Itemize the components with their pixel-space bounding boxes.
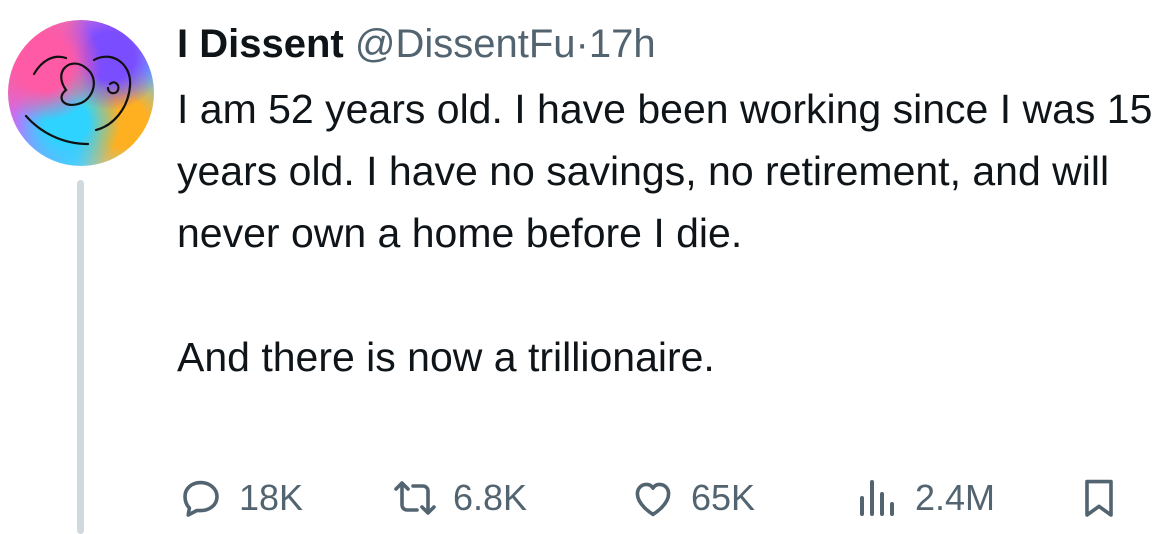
author-name[interactable]: I Dissent	[177, 22, 344, 66]
bar-chart-icon	[860, 480, 894, 516]
like-count: 65K	[691, 477, 756, 518]
tweet-paragraph-1: I am 52 years old. I have been working s…	[177, 86, 1153, 256]
retweet-count: 6.8K	[453, 477, 528, 518]
tweet-timestamp[interactable]: 17h	[589, 22, 656, 66]
tweet-paragraph-2: And there is now a trillionaire.	[177, 334, 715, 380]
tweet-text: I am 52 years old. I have been working s…	[177, 78, 1167, 388]
views-button[interactable]: 2.4M	[853, 470, 995, 526]
avatar-drawing	[24, 55, 132, 146]
author-handle[interactable]: @DissentFu	[355, 22, 576, 66]
heart-icon	[635, 482, 671, 517]
like-button[interactable]: 65K	[629, 470, 755, 526]
reply-button[interactable]: 18K	[177, 470, 303, 526]
views-count: 2.4M	[915, 477, 996, 518]
tweet-header: I Dissent @DissentFu·17h	[177, 18, 656, 70]
retweet-arrows-icon	[394, 481, 436, 515]
retweet-button[interactable]: 6.8K	[391, 470, 527, 526]
bookmark-button[interactable]	[1075, 470, 1123, 526]
reply-bubble-icon	[183, 480, 219, 517]
avatar[interactable]	[8, 20, 154, 166]
action-bar: 18K 6.8K 65K 2.4M	[177, 470, 1137, 530]
separator-dot: ·	[575, 22, 589, 66]
reply-count: 18K	[239, 477, 304, 518]
bookmark-icon	[1085, 479, 1113, 517]
thread-line	[77, 180, 84, 534]
